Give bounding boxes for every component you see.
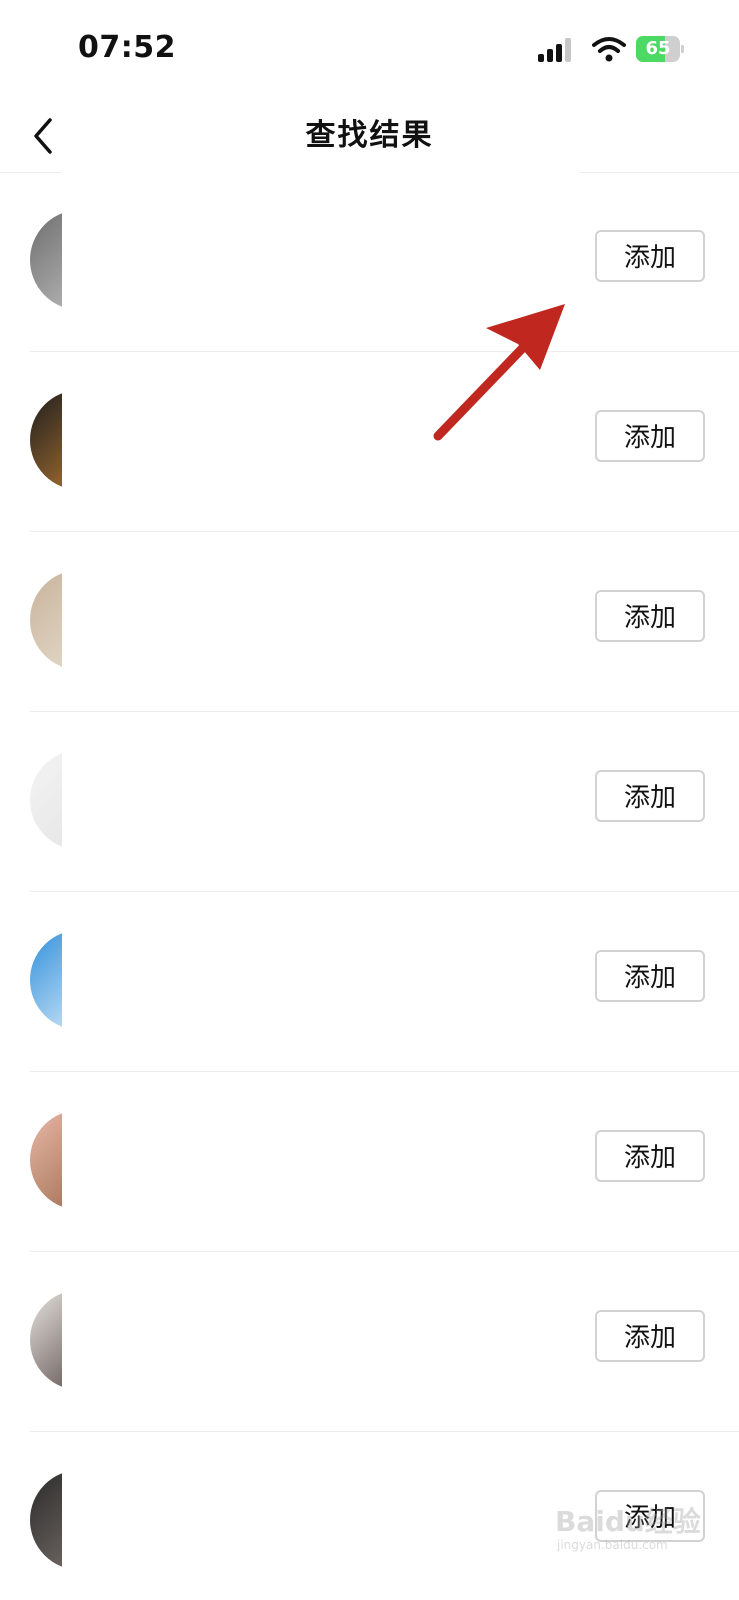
status-time: 07:52 xyxy=(78,30,176,65)
result-row: 添加 xyxy=(30,1252,739,1432)
result-row: 添加 xyxy=(30,1072,739,1252)
wifi-icon xyxy=(592,36,626,62)
result-row: 添加 xyxy=(30,892,739,1072)
redaction-mask xyxy=(62,1252,580,1431)
result-list: 添加 添加 添加 添加 添加 添加 添加 添加 xyxy=(0,172,739,1600)
signal-icon xyxy=(538,38,572,62)
page-title: 查找结果 xyxy=(305,118,434,153)
result-row: 添加 xyxy=(30,712,739,892)
redaction-mask xyxy=(62,352,580,531)
redaction-mask xyxy=(62,532,580,711)
nav-bar: 查找结果 xyxy=(0,96,739,173)
add-friend-button[interactable]: 添加 xyxy=(595,1310,705,1362)
battery-charging-icon: 65 xyxy=(636,36,684,62)
watermark-sub: jingyan.baidu.com xyxy=(557,1538,668,1552)
add-friend-button[interactable]: 添加 xyxy=(595,410,705,462)
status-bar: 07:52 65 xyxy=(0,0,739,96)
result-row: 添加 xyxy=(30,352,739,532)
add-friend-button[interactable]: 添加 xyxy=(595,950,705,1002)
add-friend-button[interactable]: 添加 xyxy=(595,770,705,822)
redaction-mask xyxy=(62,1072,580,1251)
add-friend-button[interactable]: 添加 xyxy=(595,590,705,642)
battery-percent: 65 xyxy=(645,38,671,59)
redaction-mask xyxy=(62,1432,580,1600)
result-row: 添加 xyxy=(30,172,739,352)
redaction-mask xyxy=(62,712,580,891)
watermark: Baidu经验 jingyan.baidu.com xyxy=(555,1500,725,1560)
add-friend-button[interactable]: 添加 xyxy=(595,1130,705,1182)
add-friend-button[interactable]: 添加 xyxy=(595,230,705,282)
result-row: 添加 xyxy=(30,532,739,712)
watermark-text: Baidu经验 xyxy=(555,1505,701,1538)
redaction-mask xyxy=(62,892,580,1071)
redaction-mask xyxy=(62,172,580,351)
